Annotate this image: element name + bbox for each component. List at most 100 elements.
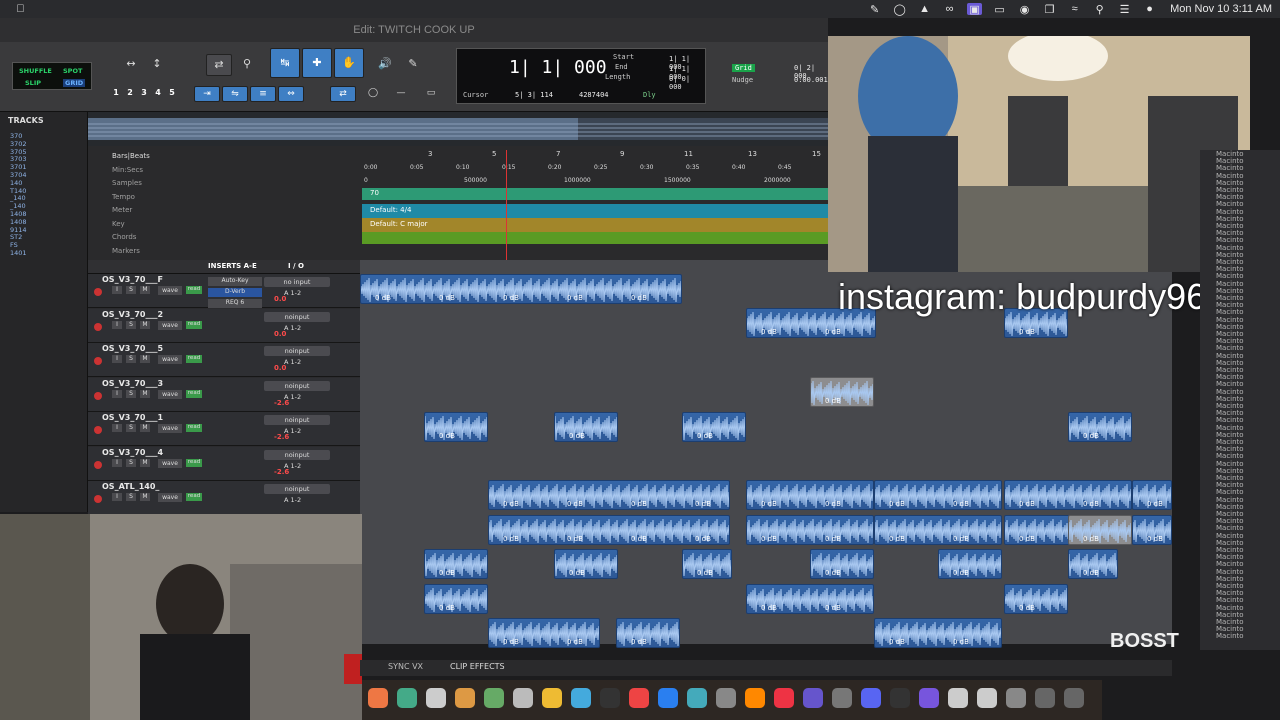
track-row[interactable]: OS_ATL_140_ noinput A 1-2 I S Mwave read <box>88 481 360 515</box>
folder-icon[interactable] <box>455 688 475 708</box>
length-value[interactable]: 0| 0| 000 <box>669 75 705 91</box>
track-view-selector[interactable]: wave <box>158 286 182 295</box>
clip-gain[interactable]: 0 dB <box>569 569 585 577</box>
tracklist-item[interactable]: 3703 <box>10 155 86 163</box>
zoom-tool-icon[interactable]: ⇄ <box>206 54 232 76</box>
audio-clip[interactable]: 0 dB <box>424 583 488 614</box>
maps-icon[interactable] <box>571 688 591 708</box>
clip-gain[interactable]: 0 dB <box>631 294 647 302</box>
delay-compensation[interactable]: Dly <box>643 91 656 99</box>
clip-gain[interactable]: 0 dB <box>503 500 519 508</box>
clip-gain[interactable]: 0 dB <box>953 569 969 577</box>
nudge-value[interactable]: 0:00.001 <box>794 76 828 84</box>
camera-icon[interactable] <box>484 688 504 708</box>
clip-gain[interactable]: 0 dB <box>761 535 777 543</box>
audio-clip[interactable]: 0 dB <box>810 549 874 580</box>
mute-button[interactable]: M <box>140 493 150 501</box>
track-volume[interactable]: 0.0 <box>274 330 286 338</box>
clip-gain[interactable]: 0 dB <box>953 535 969 543</box>
clip-gain[interactable]: 0 dB <box>439 604 455 612</box>
tracklist-item[interactable]: 3705 <box>10 148 86 156</box>
screen-record-icon[interactable]: ▣ <box>967 3 983 16</box>
tracklist-item[interactable]: _140 <box>10 194 86 202</box>
input-monitor-button[interactable]: I <box>112 320 122 329</box>
audio-clip[interactable]: 0 dB 0 dB <box>488 618 600 648</box>
audio-clip[interactable]: 0 dB <box>554 411 618 442</box>
script-icon[interactable]: ✎ <box>867 3 882 16</box>
clip-gain[interactable]: 0 dB <box>631 638 647 646</box>
zoom-vertical-icon[interactable]: ↕ <box>144 54 170 76</box>
insertion-follows-icon[interactable]: ⇄ <box>330 86 356 102</box>
ruler-label[interactable]: Samples <box>112 179 142 187</box>
input-monitor-button[interactable]: I <box>112 493 122 501</box>
track-view-selector[interactable]: wave <box>158 389 182 399</box>
wifi-icon[interactable]: ≈ <box>1067 3 1082 15</box>
notes-icon[interactable] <box>542 688 562 708</box>
track-row[interactable]: OS_V3_70___1 noinput A 1-2 -2.6 I S Mwave read <box>88 412 360 446</box>
audio-clip[interactable]: 0 dB <box>1132 480 1172 511</box>
main-counter[interactable]: 1| 1| 000 Start 1| 1| 000 End 1| 1| 000 … <box>456 48 706 104</box>
vlc-icon[interactable] <box>745 688 765 708</box>
tempo-ruler[interactable]: 70 <box>362 188 828 200</box>
mute-button[interactable]: M <box>140 286 150 294</box>
automation-mode[interactable]: read <box>186 355 202 363</box>
mute-button[interactable]: M <box>140 320 150 329</box>
clip-gain[interactable]: 0 dB <box>631 535 647 543</box>
grid-mode[interactable]: GRID <box>63 79 86 87</box>
ruler-label[interactable]: Key <box>112 220 125 228</box>
audio-clip[interactable]: 0 dB <box>938 549 1002 580</box>
clip-gain[interactable]: 0 dB <box>567 638 583 646</box>
logic-icon[interactable] <box>890 688 910 708</box>
track-name[interactable]: OS_V3_70___4 <box>102 448 163 457</box>
reminders-icon[interactable] <box>513 688 533 708</box>
help-icon[interactable] <box>1035 688 1055 708</box>
clip-gain[interactable]: 0 dB <box>825 397 841 405</box>
audio-clip[interactable]: 0 dB 0 dB 0 dB 0 dB <box>488 514 730 545</box>
track-name[interactable]: OS_V3_70___5 <box>102 344 163 353</box>
control-center-icon[interactable]: ☰ <box>1117 3 1132 16</box>
zoom-preset-2[interactable]: 2 <box>124 87 136 99</box>
audio-clip[interactable]: 0 dB <box>1004 583 1068 614</box>
link-track-icon[interactable]: ≡ <box>250 86 276 102</box>
track-view-selector[interactable]: wave <box>158 458 182 468</box>
window-icon[interactable]: ❐ <box>1042 3 1057 16</box>
record-arm-icon[interactable] <box>94 426 102 434</box>
tracklist-item[interactable]: 1408 <box>10 210 86 218</box>
script-icon[interactable] <box>832 688 852 708</box>
clip-gain[interactable]: 0 dB <box>761 328 777 336</box>
mirror-midi-icon[interactable]: ⇔ <box>278 86 304 102</box>
tracklist-item[interactable]: T140 <box>10 187 86 195</box>
solo-button[interactable]: S <box>126 458 136 467</box>
calendar-icon[interactable] <box>426 688 446 708</box>
clip-gain[interactable]: 0 dB <box>567 500 583 508</box>
input-monitor-button[interactable]: I <box>112 389 122 398</box>
tracklist-item[interactable]: 1408 <box>10 218 86 226</box>
track-output[interactable]: A 1-2 <box>284 496 301 504</box>
automation-mode[interactable]: read <box>186 424 202 432</box>
clip-gain[interactable]: 0 dB <box>1019 500 1035 508</box>
ruler-label[interactable]: Bars|Beats <box>112 152 150 160</box>
grabber-tool-icon[interactable]: ✋ <box>334 48 364 78</box>
audio-clip[interactable]: 0 dB <box>1132 514 1172 545</box>
clip-gain[interactable]: 0 dB <box>1083 500 1099 508</box>
record-arm-icon[interactable] <box>94 322 102 331</box>
clip-gain[interactable]: 0 dB <box>889 638 905 646</box>
ruler-label[interactable]: Chords <box>112 233 136 241</box>
tracklist-item[interactable]: 3701 <box>10 163 86 171</box>
automation-mode[interactable]: read <box>186 286 202 294</box>
apple-tv-icon[interactable] <box>600 688 620 708</box>
automation-follow-icon[interactable]: ◯ <box>360 86 386 102</box>
audio-clip[interactable]: 0 dB 0 dB <box>1004 480 1132 511</box>
audio-clip[interactable]: 0 dB 0 dB <box>874 514 1002 545</box>
clip-gain[interactable]: 0 dB <box>825 569 841 577</box>
clip-gain[interactable]: 0 dB <box>503 294 519 302</box>
audio-clip[interactable]: 0 dB <box>616 618 680 648</box>
edit-mode-selector[interactable]: SHUFFLE SPOT SLIP GRID <box>12 62 92 90</box>
siri-icon[interactable]: ● <box>1142 3 1157 15</box>
monitor-icon[interactable] <box>1006 688 1026 708</box>
clip-effects-button[interactable]: CLIP EFFECTS <box>450 662 505 671</box>
track-name[interactable]: OS_ATL_140_ <box>102 482 159 491</box>
record-arm-icon[interactable] <box>94 288 102 296</box>
track-output[interactable]: A 1-2 <box>284 324 301 332</box>
clip-gain[interactable]: 0 dB <box>697 432 713 440</box>
